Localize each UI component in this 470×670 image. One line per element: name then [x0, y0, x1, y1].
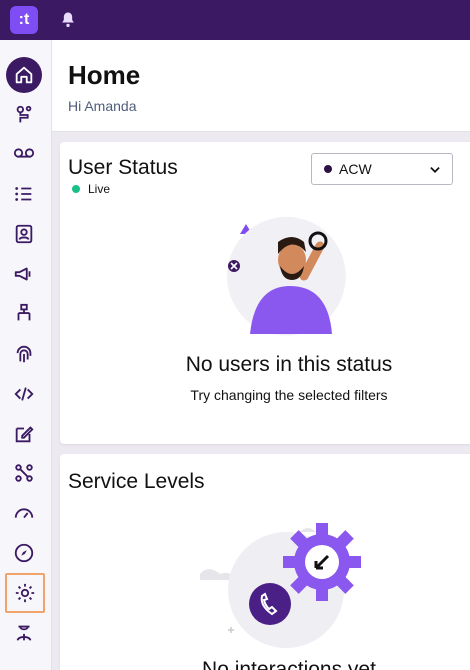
- home-icon[interactable]: [6, 57, 42, 93]
- top-bar: :t: [0, 0, 470, 40]
- routing-icon[interactable]: [6, 97, 42, 133]
- gear-icon[interactable]: [5, 573, 45, 613]
- status-filter-value: ACW: [339, 161, 372, 177]
- service-levels-card: Service Levels No interactions yet: [60, 454, 470, 670]
- page-header: Home Hi Amanda: [52, 40, 470, 132]
- code-icon[interactable]: [6, 376, 42, 412]
- live-dot-icon: [72, 185, 80, 193]
- sidebar: [0, 40, 52, 670]
- empty-state-title: No users in this status: [185, 353, 393, 376]
- speedometer-icon[interactable]: [6, 495, 42, 531]
- empty-state-subtitle: Try changing the selected filters: [190, 387, 388, 403]
- flow-icon[interactable]: [6, 296, 42, 332]
- megaphone-icon[interactable]: [6, 256, 42, 292]
- user-status-title: User Status: [68, 156, 178, 179]
- edit-icon[interactable]: [6, 416, 42, 452]
- fingerprint-icon[interactable]: [6, 336, 42, 372]
- live-label: Live: [88, 182, 111, 196]
- empty-state-title: No interactions yet: [202, 658, 376, 670]
- contacts-icon[interactable]: [6, 216, 42, 252]
- chevron-down-icon: [430, 167, 440, 173]
- page-title: Home: [68, 60, 141, 90]
- bell-icon[interactable]: [58, 10, 78, 30]
- user-status-card: User Status Live ACW No users in this st…: [60, 142, 470, 444]
- app-logo[interactable]: :t: [10, 6, 38, 34]
- status-filter-dropdown[interactable]: ACW: [311, 153, 453, 185]
- person-search-illustration: [227, 216, 346, 336]
- list-icon[interactable]: [6, 176, 42, 212]
- greeting-text: Hi Amanda: [68, 98, 137, 114]
- status-dot-icon: [324, 165, 332, 173]
- compass-icon[interactable]: [6, 535, 42, 571]
- service-levels-title: Service Levels: [68, 470, 205, 493]
- phone-gear-illustration: [200, 523, 361, 648]
- integrations-icon[interactable]: [6, 455, 42, 491]
- voicemail-icon[interactable]: [6, 135, 42, 171]
- live-indicator: Live: [72, 182, 110, 196]
- agent-icon[interactable]: [6, 615, 42, 651]
